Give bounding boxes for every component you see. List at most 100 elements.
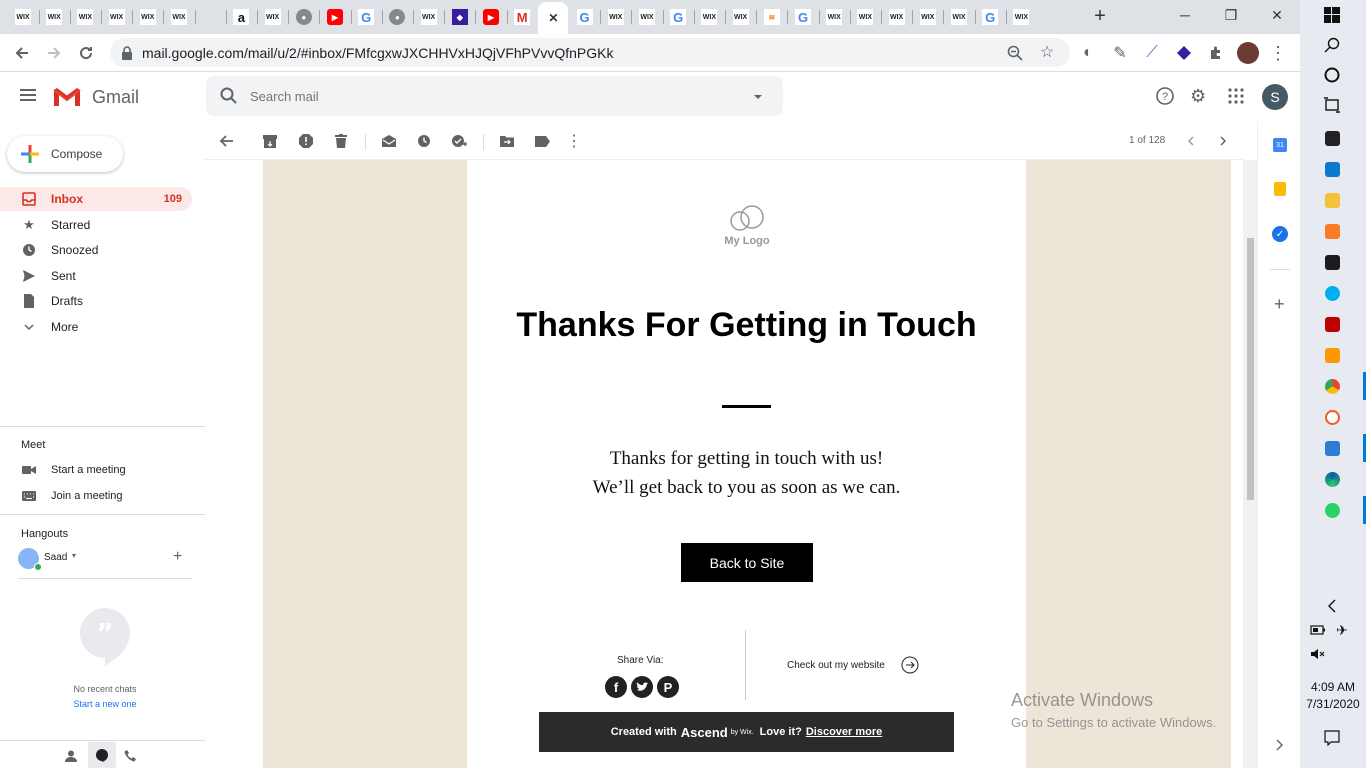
filezilla-app-icon[interactable] xyxy=(1325,317,1340,332)
search-input[interactable] xyxy=(250,86,730,106)
browser-tab[interactable]: WIX xyxy=(882,4,912,30)
start-meeting-item[interactable]: Start a meeting xyxy=(0,458,192,482)
label-tag-icon[interactable] xyxy=(533,132,551,150)
browser-tab[interactable]: ≋ xyxy=(757,4,787,30)
new-tab-button[interactable]: + xyxy=(1090,5,1110,27)
browser-tab[interactable]: WIX xyxy=(694,4,724,30)
back-to-inbox-icon[interactable] xyxy=(218,132,236,150)
browser-tab[interactable]: WIX xyxy=(601,4,631,30)
browser-tab[interactable]: WIX xyxy=(1006,4,1036,30)
skype-app-icon[interactable] xyxy=(1325,286,1340,301)
browser-tab[interactable]: G xyxy=(788,4,818,30)
edge-app-icon[interactable] xyxy=(1325,472,1340,487)
profile-avatar[interactable] xyxy=(1237,42,1259,64)
back-icon[interactable] xyxy=(12,43,32,63)
start-new-chat-link[interactable]: Start a new one xyxy=(0,699,210,709)
browser-tab[interactable] xyxy=(195,4,225,30)
help-icon[interactable]: ? xyxy=(1156,87,1174,110)
terminal-app-icon[interactable] xyxy=(1325,255,1340,270)
sidebar-item-more[interactable]: More xyxy=(0,315,192,339)
move-to-icon[interactable] xyxy=(498,132,516,150)
browser-tab[interactable]: G xyxy=(975,4,1005,30)
browser-tab[interactable]: G xyxy=(570,4,600,30)
show-side-panel-chevron-icon[interactable] xyxy=(1275,738,1283,756)
browser-tab[interactable]: WIX xyxy=(850,4,880,30)
windows-start-icon[interactable] xyxy=(1322,5,1342,25)
sticky-notes-app-icon[interactable] xyxy=(1325,131,1340,146)
clock-time[interactable]: 4:09 AM xyxy=(1300,680,1366,694)
battery-icon[interactable] xyxy=(1308,620,1328,640)
browser-tab[interactable]: M xyxy=(507,4,537,30)
archive-icon[interactable] xyxy=(261,132,279,150)
search-bar[interactable] xyxy=(206,76,783,116)
search-options-icon[interactable] xyxy=(752,90,764,108)
cortana-circle-icon[interactable] xyxy=(1322,65,1342,85)
bookmark-star-icon[interactable]: ☆ xyxy=(1037,42,1057,62)
address-bar[interactable]: mail.google.com/mail/u/2/#inbox/FMfcgxwJ… xyxy=(110,38,1070,67)
file-explorer-app-icon[interactable] xyxy=(1325,193,1340,208)
clock-date[interactable]: 7/31/2020 xyxy=(1300,697,1366,711)
recorder-app-icon[interactable] xyxy=(1325,410,1340,425)
calendar-icon[interactable]: 31 xyxy=(1273,138,1287,152)
browser-tab[interactable]: WIX xyxy=(819,4,849,30)
facebook-share-icon[interactable]: f xyxy=(605,676,627,698)
whatsapp-app-icon[interactable] xyxy=(1325,503,1340,518)
scrollbar-thumb[interactable] xyxy=(1247,238,1254,500)
newer-chevron-icon[interactable] xyxy=(1182,132,1200,150)
get-addons-plus-icon[interactable]: + xyxy=(1274,294,1285,315)
browser-menu-icon[interactable]: ⋮ xyxy=(1268,43,1288,63)
main-menu-icon[interactable] xyxy=(19,88,37,102)
word-app-icon[interactable] xyxy=(1325,441,1340,456)
delete-trash-icon[interactable] xyxy=(332,132,350,150)
discover-more-link[interactable]: Discover more xyxy=(806,726,882,738)
email-scrollbar[interactable] xyxy=(1243,160,1257,768)
mark-unread-icon[interactable] xyxy=(380,132,398,150)
browser-tab[interactable]: WIX xyxy=(913,4,943,30)
apps-grid-icon[interactable] xyxy=(1228,88,1244,109)
twitter-share-icon[interactable] xyxy=(631,676,653,698)
minimize-button[interactable]: ─ xyxy=(1162,0,1208,30)
browser-tab[interactable]: ▶ xyxy=(320,4,350,30)
tasks-icon[interactable]: ✓ xyxy=(1272,226,1288,242)
extension-cube-icon[interactable] xyxy=(1174,43,1194,63)
older-chevron-icon[interactable] xyxy=(1214,132,1232,150)
sidebar-item-inbox[interactable]: Inbox 109 xyxy=(0,187,192,211)
extensions-puzzle-icon[interactable] xyxy=(1206,43,1226,63)
close-window-button[interactable]: ✕ xyxy=(1254,0,1300,30)
keep-icon[interactable] xyxy=(1274,182,1286,196)
maximize-button[interactable]: ❐ xyxy=(1208,0,1254,30)
check-out-website-link[interactable]: Check out my website xyxy=(787,660,885,671)
browser-tab[interactable]: WIX xyxy=(944,4,974,30)
contacts-person-icon[interactable] xyxy=(65,749,77,767)
browser-tab[interactable]: ▶ xyxy=(476,4,506,30)
sidebar-item-drafts[interactable]: Drafts xyxy=(0,289,192,313)
browser-tab[interactable]: WIX xyxy=(133,4,163,30)
extension-dark-mode-icon[interactable]: ◐ xyxy=(1078,43,1098,63)
back-to-site-button[interactable]: Back to Site xyxy=(681,543,813,582)
search-icon[interactable] xyxy=(1322,35,1342,55)
add-chat-icon[interactable]: + xyxy=(173,548,182,566)
arrow-circle-icon[interactable] xyxy=(901,656,919,679)
chrome-app-icon[interactable] xyxy=(1325,379,1340,394)
task-view-icon[interactable] xyxy=(1322,95,1342,115)
browser-tab[interactable]: G xyxy=(351,4,381,30)
browser-tab[interactable]: WIX xyxy=(726,4,756,30)
sidebar-item-starred[interactable]: ★ Starred xyxy=(0,213,192,237)
gmail-logo-icon[interactable] xyxy=(52,86,82,113)
pinterest-share-icon[interactable]: P xyxy=(657,676,679,698)
settings-gear-icon[interactable]: ⚙ xyxy=(1190,87,1206,105)
more-options-icon[interactable]: ⋮ xyxy=(565,132,583,150)
browser-tab[interactable]: a xyxy=(226,4,256,30)
join-meeting-item[interactable]: Join a meeting xyxy=(0,484,192,508)
sublime-text-app-icon[interactable] xyxy=(1325,348,1340,363)
airplane-mode-icon[interactable]: ✈ xyxy=(1332,620,1352,640)
browser-tab[interactable]: WIX xyxy=(8,4,38,30)
reload-icon[interactable] xyxy=(76,43,96,63)
browser-tab[interactable]: ✕ xyxy=(538,2,569,34)
gmail-app-name[interactable]: Gmail xyxy=(92,87,139,108)
show-hidden-icons-chevron-icon[interactable] xyxy=(1322,596,1342,616)
sidebar-item-sent[interactable]: Sent xyxy=(0,264,192,288)
forward-icon[interactable] xyxy=(44,43,64,63)
hangouts-user[interactable]: Saad ▾ + xyxy=(18,548,193,572)
volume-muted-icon[interactable] xyxy=(1308,644,1328,664)
